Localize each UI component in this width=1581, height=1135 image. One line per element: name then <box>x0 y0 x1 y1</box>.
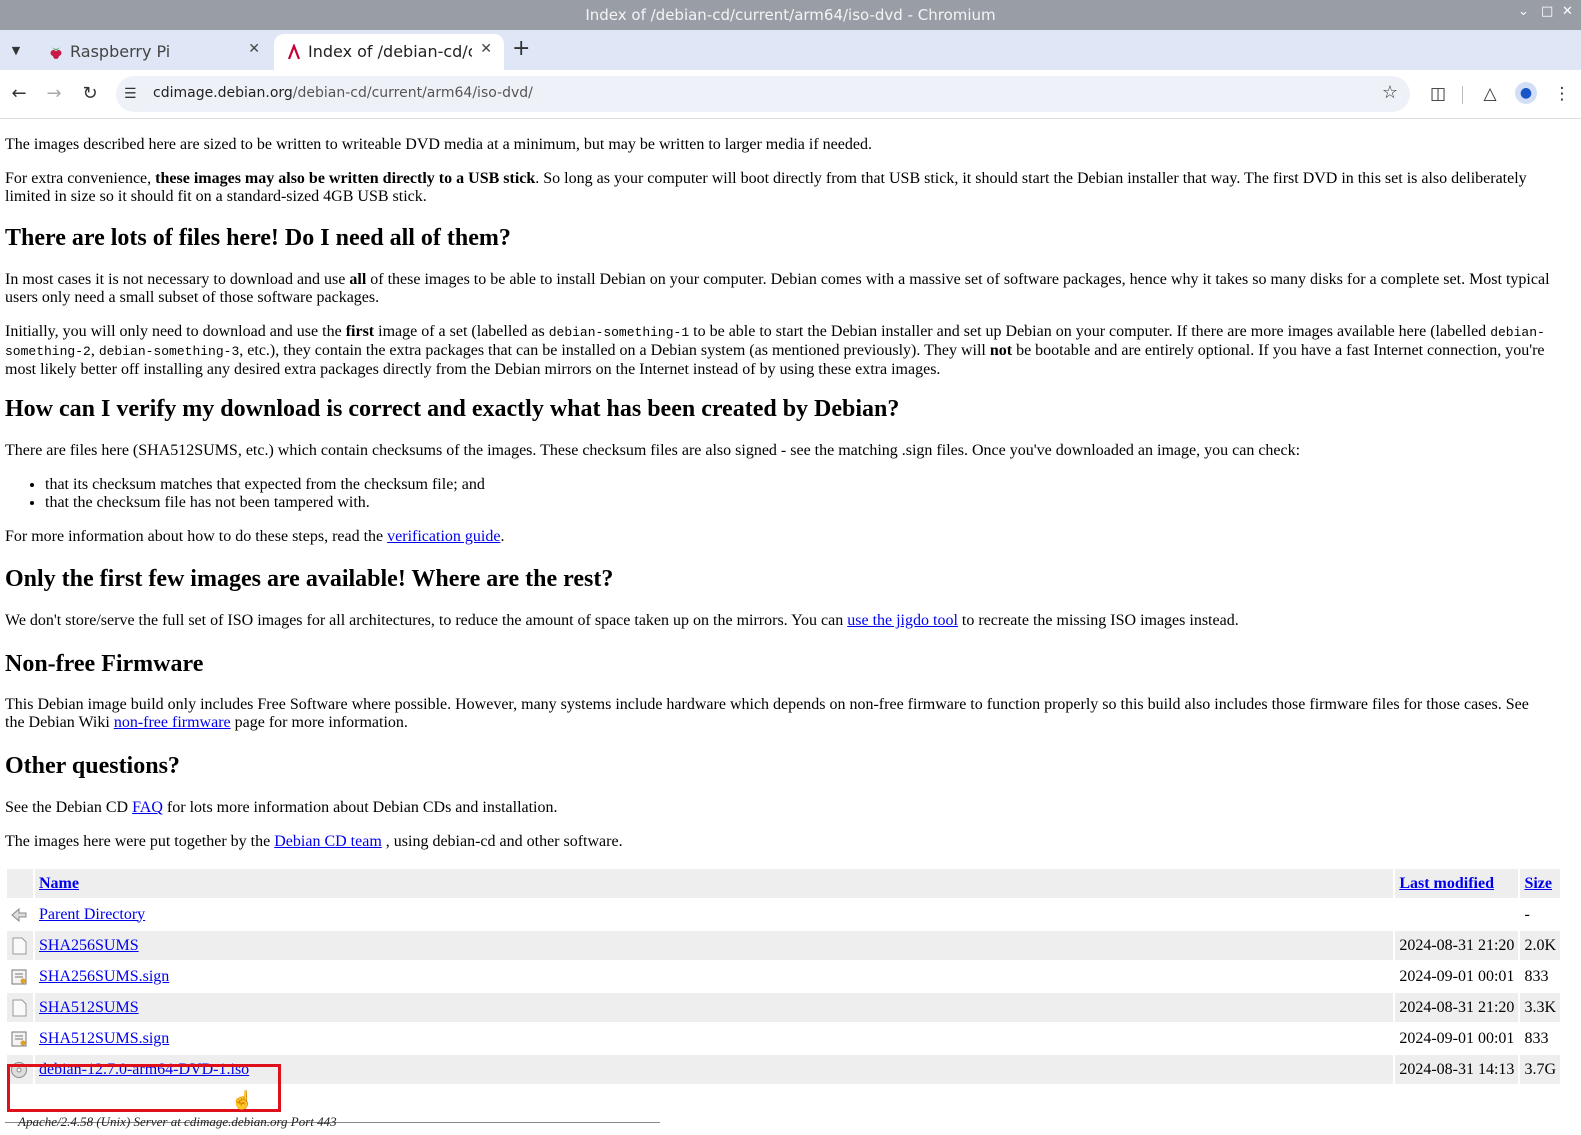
extensions-icon[interactable]: ◫ <box>1426 82 1450 106</box>
size-cell: 833 <box>1524 967 1549 985</box>
server-signature: Apache/2.4.58 (Unix) Server at cdimage.d… <box>18 1114 337 1129</box>
tab-debian-index[interactable]: Index of /debian-cd/current/arm64/iso-dv… <box>274 34 504 70</box>
url-path: /debian-cd/current/arm64/iso-dvd/ <box>292 85 533 101</box>
icon-column-header <box>7 869 33 898</box>
modified-cell <box>1395 900 1518 929</box>
maximize-icon[interactable]: □ <box>1541 4 1553 19</box>
new-tab-button[interactable]: + <box>512 36 530 61</box>
window-title: Index of /debian-cd/current/arm64/iso-dv… <box>585 6 996 24</box>
tab-strip: ▼ Raspberry Pi ✕ Index of /debian-cd/cur… <box>0 30 1581 70</box>
window-title-bar: Index of /debian-cd/current/arm64/iso-dv… <box>0 0 1581 30</box>
file-link[interactable]: SHA512SUMS <box>39 999 139 1016</box>
list-item: that the checksum file has not been tamp… <box>45 494 485 512</box>
table-row: SHA512SUMS.sign 2024-09-01 00:01 833 <box>7 1024 1560 1053</box>
list-item: that its checksum matches that expected … <box>45 476 485 494</box>
tab-raspberry-pi[interactable]: Raspberry Pi ✕ <box>36 34 272 70</box>
url-text[interactable]: cdimage.debian.org/debian-cd/current/arm… <box>153 85 533 101</box>
site-info-icon[interactable]: ☰ <box>124 86 137 102</box>
modified-cell: 2024-09-01 00:01 <box>1399 967 1515 985</box>
table-row: SHA512SUMS 2024-08-31 21:20 3.3K <box>7 993 1560 1022</box>
sort-by-size-link[interactable]: Size <box>1524 875 1552 892</box>
paragraph-cd-team: The images here were put together by the… <box>5 833 623 850</box>
heading-other-questions: Other questions? <box>5 753 180 779</box>
paragraph-first-image: Initially, you will only need to downloa… <box>5 323 1545 378</box>
url-host: cdimage.debian.org <box>153 85 293 101</box>
table-header-row: Name Last modified Size <box>7 869 1560 898</box>
forward-icon[interactable]: → <box>42 82 66 106</box>
parent-directory-link[interactable]: Parent Directory <box>39 906 145 923</box>
sort-by-modified-link[interactable]: Last modified <box>1399 875 1494 892</box>
back-icon <box>11 907 27 922</box>
signature-file-icon <box>11 969 27 985</box>
close-window-icon[interactable]: ✕ <box>1562 4 1573 19</box>
modified-cell: 2024-08-31 14:13 <box>1395 1055 1519 1084</box>
text-file-icon <box>12 937 27 955</box>
page-content: The images described here are sized to b… <box>0 119 1568 1135</box>
menu-kebab-icon[interactable]: ⋮ <box>1550 82 1574 106</box>
paragraph-usb-stick: For extra convenience, these images may … <box>5 170 1527 205</box>
hand-pointer-icon: ☝ <box>231 1090 254 1110</box>
size-cell: 3.7G <box>1520 1055 1560 1084</box>
paragraph-faq: See the Debian CD FAQ for lots more info… <box>5 799 558 816</box>
reload-icon[interactable]: ↻ <box>78 82 102 106</box>
table-row: SHA256SUMS 2024-08-31 21:20 2.0K <box>7 931 1560 960</box>
close-tab-icon[interactable]: ✕ <box>248 41 260 57</box>
paragraph-more-info: For more information about how to do the… <box>5 528 505 545</box>
text-file-icon <box>12 999 27 1017</box>
debian-cd-team-link[interactable]: Debian CD team <box>274 833 382 850</box>
browser-toolbar: ← → ↻ ☰ cdimage.debian.org/debian-cd/cur… <box>0 70 1581 119</box>
modified-cell: 2024-08-31 21:20 <box>1395 993 1519 1022</box>
non-free-firmware-link[interactable]: non-free firmware <box>114 714 231 731</box>
labs-flask-icon[interactable]: △ <box>1478 82 1502 106</box>
tab-label: Raspberry Pi <box>70 42 171 61</box>
bookmark-star-icon[interactable]: ☆ <box>1382 82 1398 103</box>
table-row: SHA256SUMS.sign 2024-09-01 00:01 833 <box>7 962 1560 991</box>
toolbar-divider <box>1462 86 1463 104</box>
file-link[interactable]: SHA256SUMS.sign <box>39 968 169 985</box>
back-icon[interactable]: ← <box>7 82 31 106</box>
heading-lots-of-files: There are lots of files here! Do I need … <box>5 225 511 251</box>
jigdo-tool-link[interactable]: use the jigdo tool <box>847 612 958 629</box>
name-column-header: Name <box>35 869 1394 898</box>
file-listing-table: Name Last modified Size Parent Directory… <box>5 867 1562 1086</box>
minimize-icon[interactable]: ⌄ <box>1518 4 1529 19</box>
debian-icon <box>287 44 301 60</box>
profile-avatar-icon[interactable]: ● <box>1515 82 1537 104</box>
file-link[interactable]: SHA512SUMS.sign <box>39 1030 169 1047</box>
tab-label: Index of /debian-cd/current/arm64/iso-dv… <box>308 42 472 61</box>
chevron-down-icon: ▼ <box>11 43 21 57</box>
paragraph-checksums: There are files here (SHA512SUMS, etc.) … <box>5 442 1301 459</box>
verification-guide-link[interactable]: verification guide <box>387 528 500 545</box>
address-bar[interactable]: ☰ cdimage.debian.org/debian-cd/current/a… <box>116 76 1410 112</box>
modified-cell: 2024-08-31 21:20 <box>1395 931 1519 960</box>
paragraph-dvd-media: The images described here are sized to b… <box>5 136 872 153</box>
modified-column-header: Last modified <box>1395 869 1519 898</box>
table-row: Parent Directory - <box>7 900 1560 929</box>
modified-cell: 2024-09-01 00:01 <box>1399 1029 1515 1047</box>
heading-verify-download: How can I verify my download is correct … <box>5 396 900 422</box>
faq-link[interactable]: FAQ <box>132 799 163 816</box>
size-cell: 833 <box>1524 1029 1549 1047</box>
paragraph-firmware: This Debian image build only includes Fr… <box>5 696 1529 731</box>
heading-first-few-images: Only the first few images are available!… <box>5 566 614 592</box>
tab-search-button[interactable]: ▼ <box>4 38 28 62</box>
raspberry-pi-icon <box>50 47 62 59</box>
file-link[interactable]: SHA256SUMS <box>39 937 139 954</box>
checksum-list: that its checksum matches that expected … <box>5 476 485 512</box>
sort-by-name-link[interactable]: Name <box>39 875 79 892</box>
size-cell: 2.0K <box>1520 931 1560 960</box>
paragraph-jigdo: We don't store/serve the full set of ISO… <box>5 612 1239 629</box>
signature-file-icon <box>11 1031 27 1047</box>
heading-non-free-firmware: Non-free Firmware <box>5 651 204 677</box>
size-cell: - <box>1524 905 1530 923</box>
close-tab-icon[interactable]: ✕ <box>480 41 492 57</box>
size-column-header: Size <box>1520 869 1560 898</box>
size-cell: 3.3K <box>1520 993 1560 1022</box>
paragraph-most-cases: In most cases it is not necessary to dow… <box>5 271 1550 306</box>
